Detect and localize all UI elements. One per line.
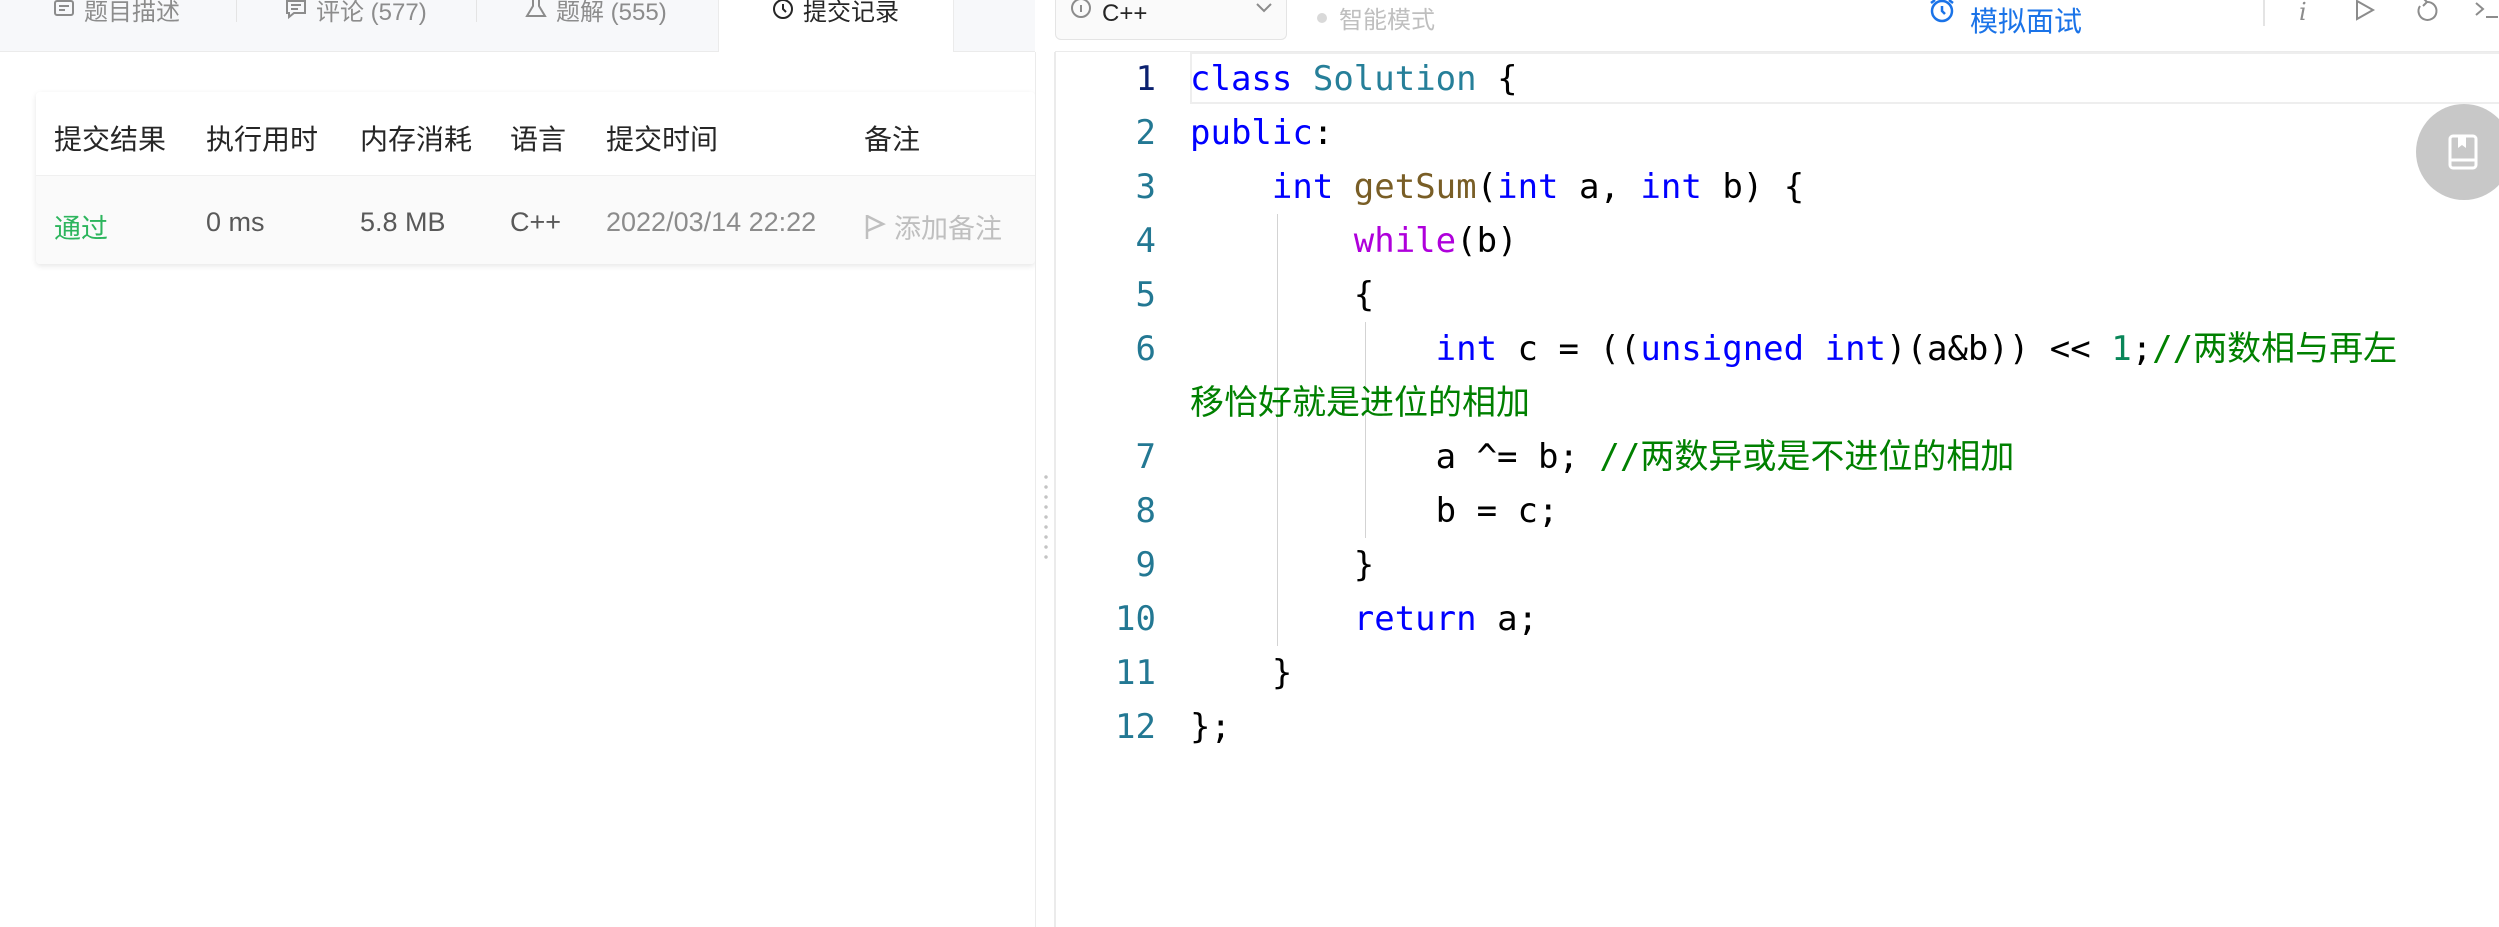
submission-memory: 5.8 MB bbox=[360, 207, 446, 237]
code-line[interactable]: { bbox=[1190, 268, 1374, 322]
header-note: 备注 bbox=[864, 124, 921, 155]
mode-dot-icon bbox=[1317, 12, 1327, 23]
line-number-gutter: 1 2 3 4 5 6 7 8 9 10 11 12 bbox=[1056, 52, 1156, 927]
add-note-button[interactable]: 添加备注 bbox=[864, 207, 1002, 246]
add-note-label: 添加备注 bbox=[894, 214, 1002, 244]
line-number: 9 bbox=[1135, 545, 1156, 585]
submission-runtime: 0 ms bbox=[206, 207, 265, 237]
reset-icon[interactable] bbox=[2413, 0, 2441, 28]
line-number: 7 bbox=[1135, 437, 1156, 477]
line-number: 3 bbox=[1135, 167, 1156, 207]
code-line-wrapped[interactable]: 移恰好就是进位的相加 bbox=[1190, 376, 1530, 430]
flag-icon bbox=[865, 214, 886, 239]
submissions-table: 提交结果 执行用时 内存消耗 语言 提交时间 备注 通过 0 ms 5.8 MB… bbox=[36, 92, 1035, 264]
tab-description[interactable]: 题目描述 bbox=[52, 0, 180, 52]
tab-submissions-label: 提交记录 bbox=[803, 0, 899, 26]
table-row[interactable]: 通过 0 ms 5.8 MB C++ 2022/03/14 22:22 添加备注 bbox=[36, 176, 1035, 264]
code-line[interactable]: } bbox=[1190, 538, 1374, 592]
smart-mode-label: 智能模式 bbox=[1339, 7, 1435, 34]
svg-text:i: i bbox=[2299, 0, 2307, 26]
code-line[interactable]: }; bbox=[1190, 700, 1231, 754]
submission-result-link[interactable]: 通过 bbox=[54, 207, 108, 246]
submission-language: C++ bbox=[510, 207, 562, 237]
problem-tab-bar: 题目描述 评论 (577) 题解 (555) 提交记录 bbox=[0, 0, 1035, 53]
header-result: 提交结果 bbox=[54, 124, 167, 155]
header-submit-time: 提交时间 bbox=[606, 124, 719, 155]
description-icon bbox=[52, 0, 76, 24]
tab-comments-label: 评论 (577) bbox=[316, 0, 427, 26]
submissions-panel: 提交结果 执行用时 内存消耗 语言 提交时间 备注 通过 0 ms 5.8 MB… bbox=[0, 52, 1035, 927]
line-number: 10 bbox=[1115, 599, 1156, 639]
line-number: 2 bbox=[1135, 113, 1156, 153]
line-number: 4 bbox=[1135, 221, 1156, 261]
clock-icon bbox=[771, 0, 795, 24]
table-header: 提交结果 执行用时 内存消耗 语言 提交时间 备注 bbox=[36, 92, 1035, 176]
code-line[interactable]: int c = ((unsigned int)(a&b)) << 1;//两数相… bbox=[1190, 322, 2397, 376]
notebook-icon bbox=[2448, 134, 2478, 170]
code-line[interactable]: } bbox=[1190, 646, 1292, 700]
code-line[interactable]: int getSum(int a, int b) { bbox=[1190, 160, 1804, 214]
tab-comments[interactable]: 评论 (577) bbox=[284, 0, 427, 52]
code-line[interactable]: public: bbox=[1190, 106, 1333, 160]
smart-mode-toggle[interactable]: 智能模式 bbox=[1317, 0, 1435, 35]
code-content[interactable]: class Solution { public: int getSum(int … bbox=[1190, 52, 2499, 927]
language-select[interactable]: C++ bbox=[1055, 0, 1287, 40]
line-number: 5 bbox=[1135, 275, 1156, 315]
panel-resize-handle[interactable] bbox=[1035, 52, 1055, 927]
line-number: 1 bbox=[1135, 59, 1156, 99]
line-number: 12 bbox=[1115, 707, 1156, 747]
code-line[interactable]: class Solution { bbox=[1190, 52, 1518, 106]
code-line[interactable]: a ^= b; //两数异或是不进位的相加 bbox=[1190, 430, 2015, 484]
editor-toolbar: C++ 智能模式 模拟面试 i bbox=[1055, 0, 2499, 52]
console-icon[interactable] bbox=[2473, 0, 2499, 28]
code-line[interactable]: while(b) bbox=[1190, 214, 1518, 268]
run-icon[interactable] bbox=[2351, 0, 2379, 28]
code-line[interactable]: return a; bbox=[1190, 592, 1538, 646]
submission-time: 2022/03/14 22:22 bbox=[606, 207, 817, 237]
line-number: 6 bbox=[1135, 329, 1156, 369]
drag-grip-icon bbox=[1044, 472, 1048, 562]
comment-icon bbox=[284, 0, 308, 24]
tab-divider bbox=[476, 0, 477, 22]
alarm-clock-icon bbox=[1930, 0, 1954, 23]
mock-interview-label: 模拟面试 bbox=[1970, 6, 2083, 37]
chevron-down-icon bbox=[1256, 3, 1272, 13]
info-circle-icon bbox=[1071, 0, 1091, 18]
toolbar-divider bbox=[2263, 0, 2265, 26]
language-select-value: C++ bbox=[1102, 0, 1148, 27]
tab-description-label: 题目描述 bbox=[84, 0, 180, 26]
tab-solutions-label: 题解 (555) bbox=[556, 0, 667, 26]
line-number: 8 bbox=[1135, 491, 1156, 531]
header-memory: 内存消耗 bbox=[360, 124, 473, 155]
tab-solutions[interactable]: 题解 (555) bbox=[524, 0, 667, 52]
tab-submissions[interactable]: 提交记录 bbox=[718, 0, 954, 53]
flask-icon bbox=[524, 0, 548, 24]
tab-divider bbox=[236, 0, 237, 22]
header-runtime: 执行用时 bbox=[206, 124, 319, 155]
line-number: 11 bbox=[1115, 653, 1156, 693]
mock-interview-button[interactable]: 模拟面试 bbox=[1928, 0, 2082, 40]
info-icon[interactable]: i bbox=[2291, 0, 2319, 28]
code-line[interactable]: b = c; bbox=[1190, 484, 1559, 538]
code-editor[interactable]: 1 2 3 4 5 6 7 8 9 10 11 12 class Solutio… bbox=[1055, 52, 2499, 927]
header-language: 语言 bbox=[510, 124, 567, 155]
